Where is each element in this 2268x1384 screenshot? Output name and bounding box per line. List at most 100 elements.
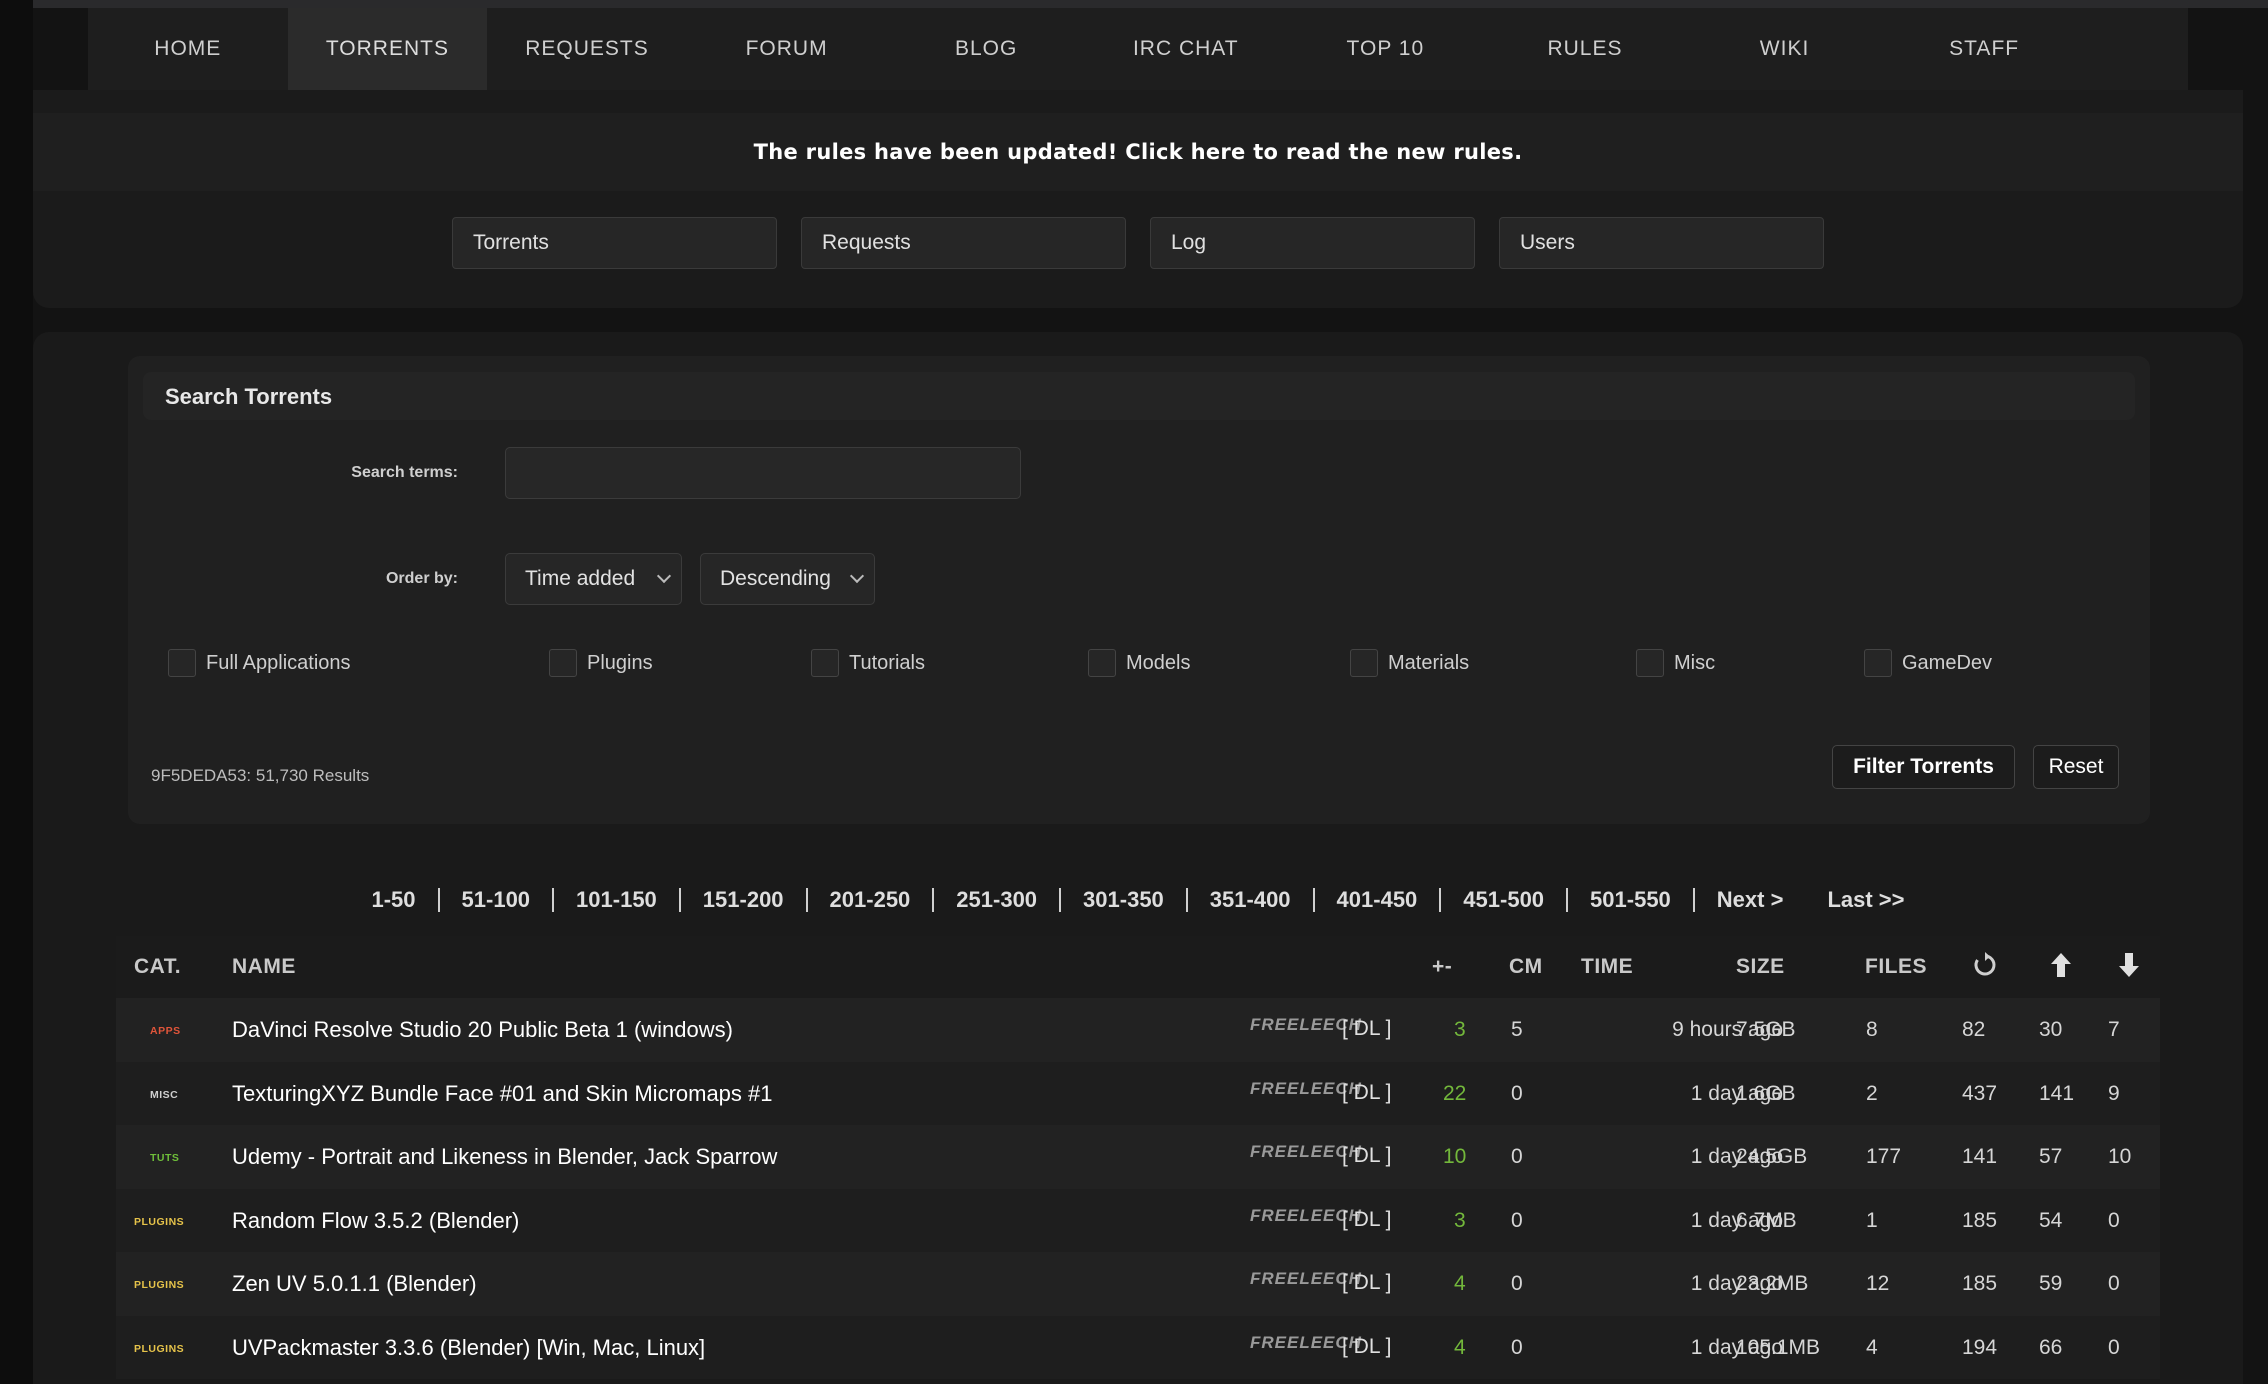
download-link[interactable]: [ DL ] bbox=[1342, 1208, 1391, 1232]
category-badge[interactable]: MISC bbox=[150, 1089, 178, 1101]
nav-wiki[interactable]: WIKI bbox=[1685, 8, 1885, 90]
seeders-count[interactable]: 66 bbox=[2039, 1336, 2062, 1360]
category-badge[interactable]: PLUGINS bbox=[134, 1216, 184, 1228]
users-search-input[interactable] bbox=[1499, 217, 1824, 269]
torrent-name-link[interactable]: DaVinci Resolve Studio 20 Public Beta 1 … bbox=[232, 1017, 733, 1043]
nav-staff[interactable]: STAFF bbox=[1884, 8, 2084, 90]
seeders-count[interactable]: 54 bbox=[2039, 1209, 2062, 1233]
checkbox[interactable] bbox=[549, 649, 577, 677]
checkbox[interactable] bbox=[1350, 649, 1378, 677]
comment-count[interactable]: 0 bbox=[1511, 1336, 1523, 1360]
download-link[interactable]: [ DL ] bbox=[1342, 1144, 1391, 1168]
checkbox[interactable] bbox=[811, 649, 839, 677]
nav-home[interactable]: HOME bbox=[88, 8, 288, 90]
leechers-count[interactable]: 0 bbox=[2108, 1336, 2120, 1360]
file-count[interactable]: 1 bbox=[1866, 1209, 1878, 1233]
category-badge[interactable]: PLUGINS bbox=[134, 1343, 184, 1355]
arrow-up-icon[interactable] bbox=[2050, 952, 2072, 978]
torrent-name-link[interactable]: TexturingXYZ Bundle Face #01 and Skin Mi… bbox=[232, 1081, 773, 1107]
order-direction-select[interactable]: Descending bbox=[700, 553, 875, 605]
category-gamedev[interactable]: GameDev bbox=[1864, 649, 1992, 677]
torrent-name-link[interactable]: Random Flow 3.5.2 (Blender) bbox=[232, 1208, 519, 1234]
snatched-count[interactable]: 82 bbox=[1962, 1018, 1985, 1042]
reset-button[interactable]: Reset bbox=[2033, 745, 2119, 789]
page-link[interactable]: 51-100 bbox=[440, 887, 553, 913]
comment-count[interactable]: 0 bbox=[1511, 1272, 1523, 1296]
announcement-text[interactable]: The rules have been updated! Click here … bbox=[754, 140, 1523, 164]
page-link[interactable]: 201-250 bbox=[808, 887, 933, 913]
seeders-count[interactable]: 59 bbox=[2039, 1272, 2062, 1296]
file-count[interactable]: 2 bbox=[1866, 1082, 1878, 1106]
filter-torrents-button[interactable]: Filter Torrents bbox=[1832, 745, 2015, 789]
download-link[interactable]: [ DL ] bbox=[1342, 1335, 1391, 1359]
header-plus-minus[interactable]: +- bbox=[1432, 955, 1452, 979]
comment-count[interactable]: 5 bbox=[1511, 1018, 1523, 1042]
file-count[interactable]: 177 bbox=[1866, 1145, 1901, 1169]
search-terms-input[interactable] bbox=[505, 447, 1021, 499]
category-full-applications[interactable]: Full Applications bbox=[168, 649, 351, 677]
download-link[interactable]: [ DL ] bbox=[1342, 1017, 1391, 1041]
leechers-count[interactable]: 0 bbox=[2108, 1272, 2120, 1296]
leechers-count[interactable]: 0 bbox=[2108, 1209, 2120, 1233]
category-materials[interactable]: Materials bbox=[1350, 649, 1469, 677]
file-count[interactable]: 12 bbox=[1866, 1272, 1889, 1296]
page-link[interactable]: 351-400 bbox=[1188, 887, 1313, 913]
category-misc[interactable]: Misc bbox=[1636, 649, 1715, 677]
leechers-count[interactable]: 7 bbox=[2108, 1018, 2120, 1042]
checkbox[interactable] bbox=[1088, 649, 1116, 677]
download-link[interactable]: [ DL ] bbox=[1342, 1081, 1391, 1105]
header-size[interactable]: SIZE bbox=[1736, 955, 1785, 979]
leechers-count[interactable]: 10 bbox=[2108, 1145, 2131, 1169]
header-cm[interactable]: CM bbox=[1509, 955, 1543, 979]
comment-count[interactable]: 0 bbox=[1511, 1209, 1523, 1233]
torrents-search-input[interactable] bbox=[452, 217, 777, 269]
order-by-select[interactable]: Time added bbox=[505, 553, 682, 605]
snatched-count[interactable]: 141 bbox=[1962, 1145, 1997, 1169]
page-link[interactable]: 151-200 bbox=[681, 887, 806, 913]
seeders-count[interactable]: 141 bbox=[2039, 1082, 2074, 1106]
page-link[interactable]: 501-550 bbox=[1568, 887, 1693, 913]
checkbox[interactable] bbox=[1864, 649, 1892, 677]
nav-requests[interactable]: REQUESTS bbox=[487, 8, 687, 90]
page-link[interactable]: 101-150 bbox=[554, 887, 679, 913]
file-count[interactable]: 4 bbox=[1866, 1336, 1878, 1360]
snatched-count[interactable]: 185 bbox=[1962, 1272, 1997, 1296]
last-page-link[interactable]: Last >> bbox=[1805, 887, 1926, 913]
refresh-icon[interactable] bbox=[1973, 952, 1997, 978]
snatched-count[interactable]: 437 bbox=[1962, 1082, 1997, 1106]
page-link[interactable]: 451-500 bbox=[1441, 887, 1566, 913]
download-link[interactable]: [ DL ] bbox=[1342, 1271, 1391, 1295]
torrent-name-link[interactable]: Udemy - Portrait and Likeness in Blender… bbox=[232, 1144, 777, 1170]
seeders-count[interactable]: 30 bbox=[2039, 1018, 2062, 1042]
checkbox[interactable] bbox=[1636, 649, 1664, 677]
snatched-count[interactable]: 185 bbox=[1962, 1209, 1997, 1233]
next-page-link[interactable]: Next > bbox=[1695, 887, 1806, 913]
page-link[interactable]: 251-300 bbox=[934, 887, 1059, 913]
category-badge[interactable]: TUTS bbox=[150, 1152, 179, 1164]
header-name[interactable]: NAME bbox=[232, 955, 296, 979]
nav-top-10[interactable]: TOP 10 bbox=[1286, 8, 1486, 90]
header-time[interactable]: TIME bbox=[1581, 955, 1633, 979]
requests-search-input[interactable] bbox=[801, 217, 1126, 269]
category-badge[interactable]: PLUGINS bbox=[134, 1279, 184, 1291]
torrent-name-link[interactable]: UVPackmaster 3.3.6 (Blender) [Win, Mac, … bbox=[232, 1335, 705, 1361]
header-cat[interactable]: CAT. bbox=[134, 955, 181, 979]
nav-torrents[interactable]: TORRENTS bbox=[287, 8, 488, 90]
torrent-name-link[interactable]: Zen UV 5.0.1.1 (Blender) bbox=[232, 1271, 477, 1297]
category-tutorials[interactable]: Tutorials bbox=[811, 649, 925, 677]
category-plugins[interactable]: Plugins bbox=[549, 649, 653, 677]
arrow-down-icon[interactable] bbox=[2118, 952, 2140, 978]
header-files[interactable]: FILES bbox=[1865, 955, 1927, 979]
category-badge[interactable]: APPS bbox=[150, 1025, 181, 1037]
file-count[interactable]: 8 bbox=[1866, 1018, 1878, 1042]
checkbox[interactable] bbox=[168, 649, 196, 677]
snatched-count[interactable]: 194 bbox=[1962, 1336, 1997, 1360]
nav-forum[interactable]: FORUM bbox=[687, 8, 887, 90]
comment-count[interactable]: 0 bbox=[1511, 1145, 1523, 1169]
log-search-input[interactable] bbox=[1150, 217, 1475, 269]
page-link[interactable]: 1-50 bbox=[349, 887, 437, 913]
category-models[interactable]: Models bbox=[1088, 649, 1190, 677]
nav-rules[interactable]: RULES bbox=[1485, 8, 1685, 90]
nav-blog[interactable]: BLOG bbox=[886, 8, 1086, 90]
comment-count[interactable]: 0 bbox=[1511, 1082, 1523, 1106]
